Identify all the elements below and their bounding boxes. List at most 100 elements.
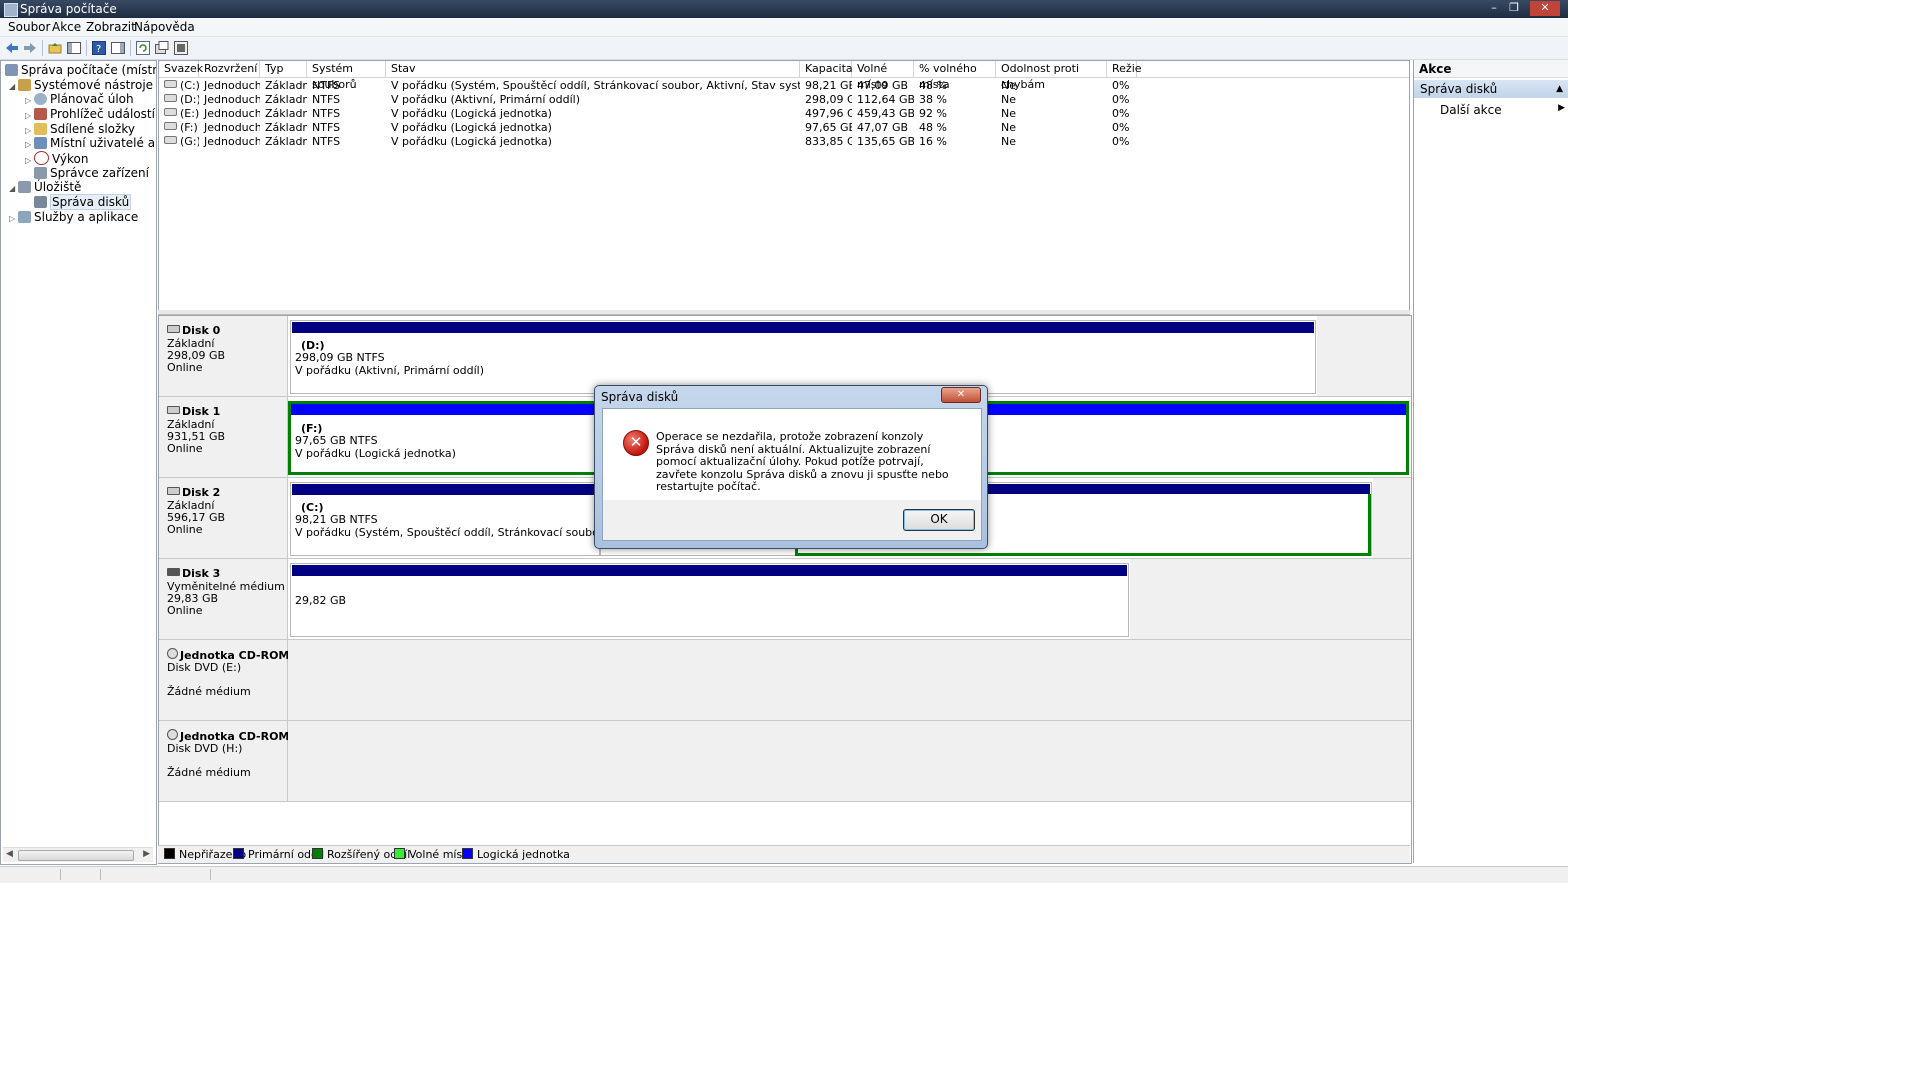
table-cell: 0% xyxy=(1112,121,1130,134)
forward-icon[interactable] xyxy=(22,40,38,56)
actions-header: Akce xyxy=(1414,60,1568,78)
table-cell: 48 % xyxy=(919,79,947,92)
menu-view[interactable]: Zobrazit xyxy=(86,20,136,34)
table-cell: Základní xyxy=(265,107,307,120)
legend-swatch xyxy=(462,848,473,859)
help-icon[interactable]: ? xyxy=(91,40,107,56)
tree-item-system-tools[interactable]: ◢ Systémové nástroje xyxy=(9,78,153,93)
menu-bar: Soubor Akce Zobrazit Nápověda xyxy=(0,18,1568,37)
column-header[interactable]: Odolnost proti chybám xyxy=(996,61,1107,91)
collapse-up-icon[interactable]: ▲ xyxy=(1556,80,1563,98)
disk-info[interactable]: Disk 0 Základní 298,09 GB Online xyxy=(159,316,288,396)
expand-arrow-icon[interactable]: ▷ xyxy=(25,111,34,120)
table-cell: NTFS xyxy=(312,135,341,148)
device-manager-icon xyxy=(34,167,47,179)
partition-d[interactable]: (D:) 298,09 GB NTFS V pořádku (Aktivní, … xyxy=(290,320,1316,394)
actions-group-disk-management[interactable]: Správa disků ▲ xyxy=(1414,80,1568,98)
table-row[interactable]: (D:) Jednoduchý Základní NTFS V pořádku (Akt… xyxy=(159,93,1409,107)
up-folder-icon[interactable] xyxy=(47,40,63,56)
properties-icon[interactable] xyxy=(154,40,170,56)
primary-partition-bar xyxy=(292,565,1127,576)
show-hide-action-pane-icon[interactable] xyxy=(110,40,126,56)
table-cell: (F:) xyxy=(161,121,199,135)
column-header[interactable]: Typ xyxy=(260,61,307,77)
tree-item-event-viewer[interactable]: ▷ Prohlížeč událostí xyxy=(25,107,155,122)
tree-item-disk-management[interactable]: Správa disků xyxy=(25,194,132,210)
tree-item-task-scheduler[interactable]: ▷ Plánovač úloh xyxy=(25,92,134,107)
show-hide-tree-icon[interactable] xyxy=(66,40,82,56)
collapse-arrow-icon[interactable]: ◢ xyxy=(9,184,18,193)
primary-partition-bar xyxy=(292,484,598,495)
expand-arrow-icon[interactable]: ▷ xyxy=(25,126,34,135)
volume-list: Svazek Rozvržení Typ Systém souborů Stav… xyxy=(158,60,1410,312)
column-header[interactable]: Svazek xyxy=(159,61,203,77)
disk-info[interactable]: Disk 1 Základní 931,51 GB Online xyxy=(159,397,288,477)
column-header[interactable]: Stav xyxy=(386,61,800,77)
tree-item-computer-management[interactable]: Správa počítače (místní) xyxy=(5,63,156,78)
disk-status: Žádné médium xyxy=(167,766,251,779)
dialog-close-button[interactable]: ✕ xyxy=(941,387,981,403)
menu-action[interactable]: Akce xyxy=(52,20,81,34)
table-cell: NTFS xyxy=(312,79,341,92)
column-header[interactable]: Volné místo xyxy=(852,61,914,91)
tree-item-local-users[interactable]: ▷Místní uživatelé a skupiny xyxy=(25,136,156,151)
partition-filesystem: 298,09 GB NTFS xyxy=(295,351,385,364)
scrollbar-thumb[interactable] xyxy=(18,850,134,861)
table-cell: Základní xyxy=(265,79,307,92)
expand-arrow-icon[interactable]: ▷ xyxy=(25,140,34,149)
svg-text:?: ? xyxy=(96,44,101,55)
close-button[interactable]: ✕ xyxy=(1530,1,1560,16)
tree-item-services[interactable]: ▷ Služby a aplikace xyxy=(9,210,138,225)
status-separator xyxy=(100,869,101,880)
refresh-icon[interactable] xyxy=(135,40,151,56)
column-header[interactable]: Rozvržení xyxy=(199,61,260,77)
table-cell: Jednoduchý xyxy=(204,93,260,106)
desktop-background xyxy=(1568,0,1920,1080)
console-settings-icon[interactable] xyxy=(173,40,189,56)
table-row[interactable]: (G:) Jednoduchý Základní NTFS V pořádku (Log… xyxy=(159,135,1409,149)
tree-item-shared-folders[interactable]: ▷ Sdílené složky xyxy=(25,122,135,137)
table-row[interactable]: (C:) Jednoduchý Základní NTFS V pořádku (Sys… xyxy=(159,79,1409,93)
maximize-button[interactable]: ❐ xyxy=(1506,1,1522,16)
ok-button[interactable]: OK xyxy=(903,509,975,531)
disk-info[interactable]: Jednotka CD-ROM 1 Disk DVD (H:) Žádné mé… xyxy=(159,721,301,801)
table-cell: Jednoduchý xyxy=(204,107,260,120)
expand-arrow-icon[interactable]: ▷ xyxy=(25,96,34,105)
toolbar-separator xyxy=(86,40,87,56)
menu-help[interactable]: Nápověda xyxy=(134,20,195,34)
table-cell: Jednoduchý xyxy=(204,79,260,92)
minimize-button[interactable]: – xyxy=(1486,1,1502,16)
tree-item-storage[interactable]: ◢ Úložiště xyxy=(9,180,81,195)
partition-c[interactable]: (C:) 98,21 GB NTFS V pořádku (Systém, Sp… xyxy=(290,482,680,556)
menu-file[interactable]: Soubor xyxy=(8,20,50,34)
table-row[interactable]: (E:) Jednoduchý Základní NTFS V pořádku (Log… xyxy=(159,107,1409,121)
column-header[interactable]: Režie xyxy=(1107,61,1142,77)
users-icon xyxy=(34,137,47,149)
expand-arrow-icon[interactable]: ▷ xyxy=(25,156,34,165)
disk-type: Disk DVD (E:) xyxy=(167,661,242,674)
column-header[interactable]: Kapacita xyxy=(800,61,853,77)
clock-icon xyxy=(34,93,47,105)
more-actions[interactable]: Další akce xyxy=(1440,103,1502,117)
back-icon[interactable] xyxy=(4,40,20,56)
legend-item: Logická jednotka xyxy=(462,848,570,861)
disk-info[interactable]: Disk 2 Základní 596,17 GB Online xyxy=(159,478,288,558)
column-header[interactable]: % volného místa xyxy=(914,61,996,91)
tree-item-device-manager[interactable]: Správce zařízení xyxy=(25,166,149,181)
column-header[interactable]: Systém souborů xyxy=(307,61,386,91)
collapse-arrow-icon[interactable]: ◢ xyxy=(9,82,18,91)
partition-removable[interactable]: 29,82 GB xyxy=(290,563,1129,637)
tree-item-performance[interactable]: ▷ Výkon xyxy=(25,151,88,166)
table-row[interactable]: (F:) Jednoduchý Základní NTFS V pořádku (Log… xyxy=(159,121,1409,135)
disk-status: Online xyxy=(167,361,203,374)
table-cell: 92 % xyxy=(919,107,947,120)
drive-icon xyxy=(164,80,177,88)
scroll-left-icon[interactable]: ◀ xyxy=(6,849,13,859)
tree-horizontal-scrollbar[interactable]: ◀ ▶ xyxy=(3,847,153,862)
scroll-right-icon[interactable]: ▶ xyxy=(143,849,150,859)
disk-info[interactable]: Disk 3 Vyměnitelné médium 29,83 GB Onlin… xyxy=(159,559,288,639)
disk-info[interactable]: Jednotka CD-ROM 0 Disk DVD (E:) Žádné mé… xyxy=(159,640,301,720)
actions-pane: Akce Správa disků ▲ Další akce ▶ xyxy=(1413,60,1568,863)
table-cell: Základní xyxy=(265,135,307,148)
expand-arrow-icon[interactable]: ▷ xyxy=(9,214,18,223)
